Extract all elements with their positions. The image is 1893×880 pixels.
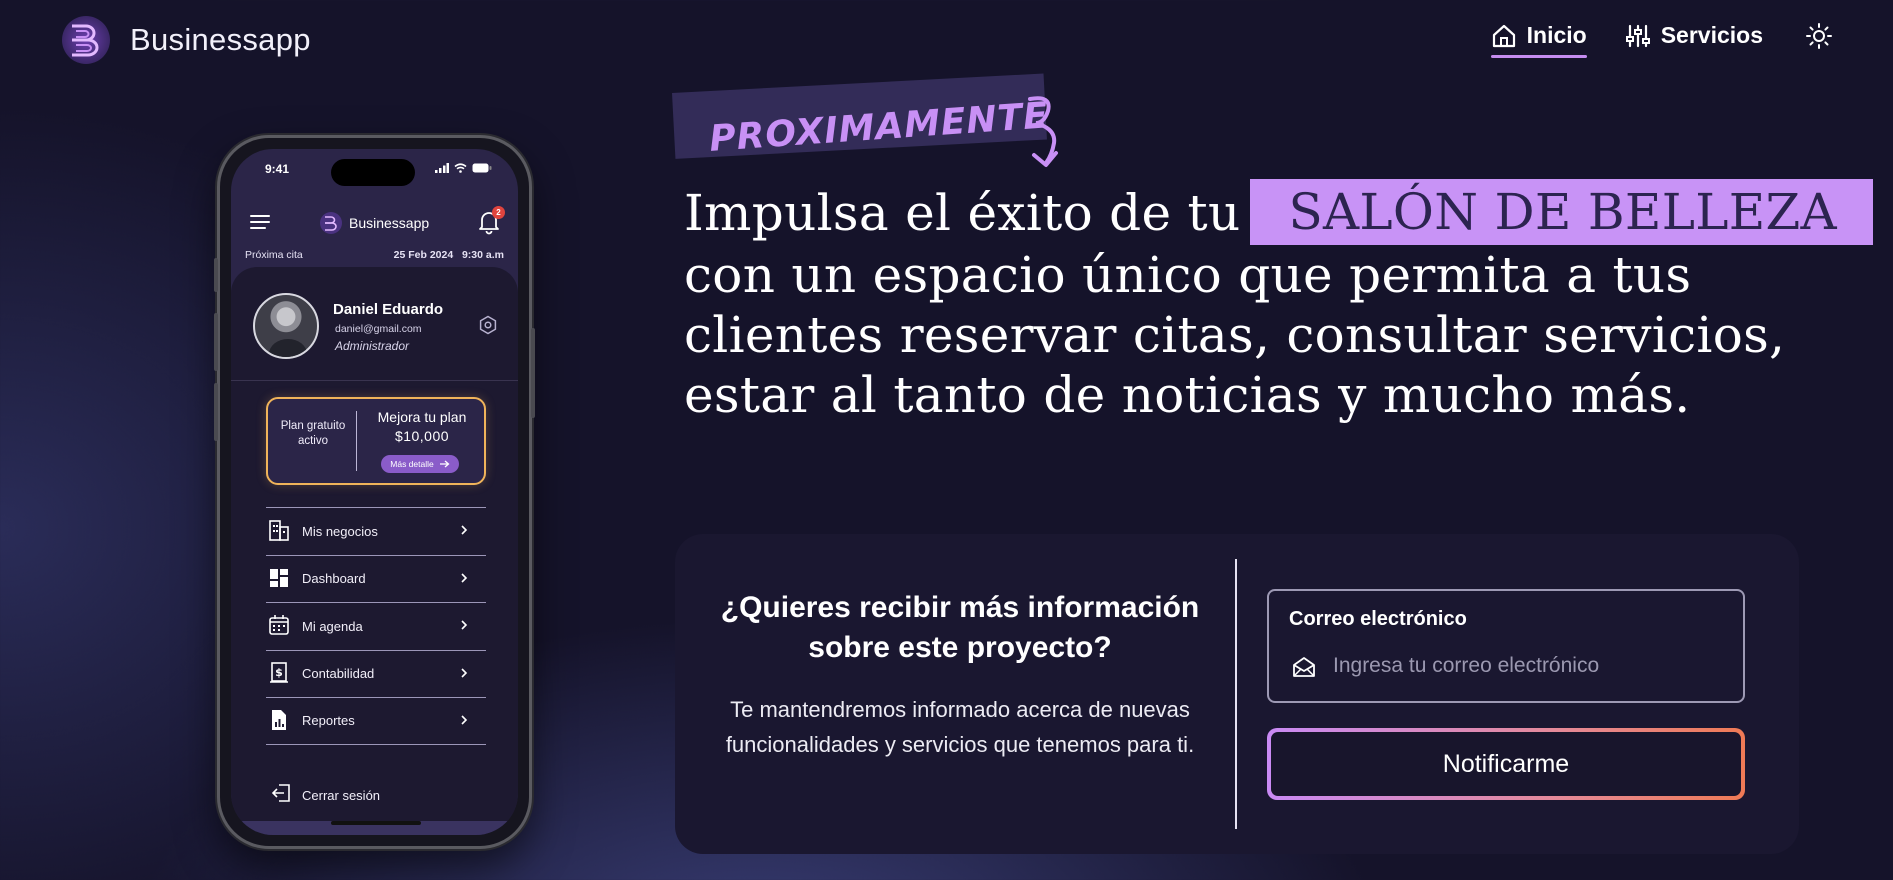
notify-card: ¿Quieres recibir más información sobre e… [675, 534, 1799, 854]
chevron-right-icon [461, 525, 468, 535]
nav-item-inicio[interactable]: Inicio [1490, 22, 1587, 58]
envelope-icon [1293, 657, 1315, 677]
receipt-icon: $ [270, 661, 288, 683]
menu-label: Dashboard [302, 571, 366, 587]
plan-status: Plan gratuito activo [280, 420, 346, 447]
dynamic-island [331, 159, 415, 186]
nav-label-servicios: Servicios [1660, 22, 1763, 48]
next-appointment: Próxima cita 25 Feb 2024 9:30 a.m [245, 249, 504, 261]
menu-item-reportes[interactable]: Reportes [266, 697, 486, 745]
profile-section: Daniel Eduardo daniel@gmail.com Administ… [253, 293, 498, 363]
profile-role: Administrador [335, 339, 410, 353]
nav-label-inicio: Inicio [1526, 22, 1587, 48]
battery-icon [472, 163, 492, 173]
more-details-label: Más detalle [390, 459, 434, 469]
chevron-right-icon [461, 572, 468, 583]
chevron-right-icon [461, 667, 468, 678]
phone-mockup: 9:41 Businessapp 2 Próxima cita 25 Feb 2… [214, 135, 535, 849]
profile-panel: Daniel Eduardo daniel@gmail.com Administ… [231, 267, 518, 835]
sun-icon[interactable] [1805, 22, 1833, 50]
home-icon [1492, 24, 1515, 47]
headline-highlight: SALÓN DE BELLEZA [1250, 179, 1873, 245]
phone-side-button [531, 328, 535, 418]
plan-price: $10,000 [394, 428, 450, 444]
menu-label: Mi agenda [302, 618, 363, 634]
email-label: Correo electrónico [1289, 608, 1467, 630]
settings-icon[interactable] [478, 315, 498, 335]
divider [231, 380, 518, 381]
sliders-icon [1625, 24, 1650, 47]
dashboard-icon [270, 568, 288, 587]
phone-side-button [214, 313, 218, 371]
menu-item-dashboard[interactable]: Dashboard [266, 554, 486, 603]
app-brand: Businessapp [319, 211, 429, 235]
headline-start: Impulsa el éxito de tu [684, 184, 1241, 242]
home-indicator [331, 821, 421, 825]
brand[interactable]: Businessapp [60, 14, 311, 66]
more-details-button[interactable]: Más detalle [381, 455, 459, 473]
calendar-icon [269, 615, 289, 635]
signal-icon [435, 163, 449, 173]
divider [1235, 559, 1237, 829]
menu-item-contabilidad[interactable]: $ Contabilidad [266, 649, 486, 698]
brand-name: Businessapp [130, 22, 311, 57]
logout-icon [271, 784, 290, 802]
svg-text:$: $ [275, 666, 283, 679]
logout-label: Cerrar sesión [302, 788, 381, 803]
card-title: ¿Quieres recibir más información sobre e… [720, 591, 1200, 664]
plan-upgrade-title: Mejora tu plan [377, 409, 467, 425]
logout-button[interactable]: Cerrar sesión [266, 770, 486, 820]
wifi-icon [454, 163, 467, 173]
profile-name: Daniel Eduardo [333, 301, 444, 318]
arrow-right-icon [439, 460, 450, 468]
status-time: 9:41 [265, 162, 290, 176]
next-appt-time: 9:30 a.m [461, 249, 504, 261]
profile-email: daniel@gmail.com [335, 323, 422, 335]
plan-card: Plan gratuito activo Mejora tu plan $10,… [266, 397, 486, 485]
app-logo-icon [320, 212, 342, 234]
app-header: Businessapp 2 [231, 201, 518, 245]
notify-button[interactable]: Notificarme [1267, 728, 1745, 800]
menu-item-mi-agenda[interactable]: Mi agenda [266, 602, 486, 650]
menu-item-mis-negocios[interactable]: Mis negocios [266, 507, 486, 555]
menu-label: Contabilidad [302, 666, 375, 682]
menu-label: Reportes [302, 713, 355, 729]
menu-label: Mis negocios [302, 523, 378, 539]
chevron-right-icon [461, 620, 468, 630]
brand-logo-icon [62, 16, 110, 64]
top-navbar: Businessapp Inicio Servicios [0, 0, 1893, 86]
email-field: Correo electrónico [1267, 589, 1745, 703]
nav-item-servicios[interactable]: Servicios [1625, 22, 1763, 56]
notify-button-label: Notificarme [1271, 732, 1741, 796]
headline-rest: con un espacio único que permita a tus c… [684, 246, 1786, 424]
phone-screen: 9:41 Businessapp 2 Próxima cita 25 Feb 2… [231, 149, 518, 835]
buildings-icon [269, 520, 289, 541]
main-nav: Inicio Servicios [1490, 22, 1833, 58]
status-icons [435, 163, 492, 173]
avatar [253, 293, 319, 359]
status-bar: 9:41 [231, 149, 518, 193]
hero-headline: Impulsa el éxito de tu SALÓN DE BELLEZA c… [684, 179, 1893, 425]
email-input[interactable] [1333, 649, 1723, 683]
report-icon [272, 710, 286, 730]
chevron-right-icon [461, 715, 468, 725]
next-appt-label: Próxima cita [245, 249, 303, 261]
phone-side-button [214, 258, 218, 292]
curly-arrow-icon [1028, 96, 1058, 167]
next-appt-datetime: 25 Feb 2024 9:30 a.m [394, 249, 504, 261]
hamburger-menu-icon[interactable] [249, 213, 271, 231]
divider [356, 411, 357, 471]
phone-side-button [214, 383, 218, 441]
next-appt-date: 25 Feb 2024 [393, 249, 454, 261]
phone-menu: Mis negocios Dashboard Mi agenda $ Conta… [266, 507, 486, 745]
app-brand-name: Businessapp [349, 215, 430, 231]
notification-badge: 2 [492, 206, 505, 219]
card-description: Te mantendremos informado acerca de nuev… [725, 697, 1195, 757]
